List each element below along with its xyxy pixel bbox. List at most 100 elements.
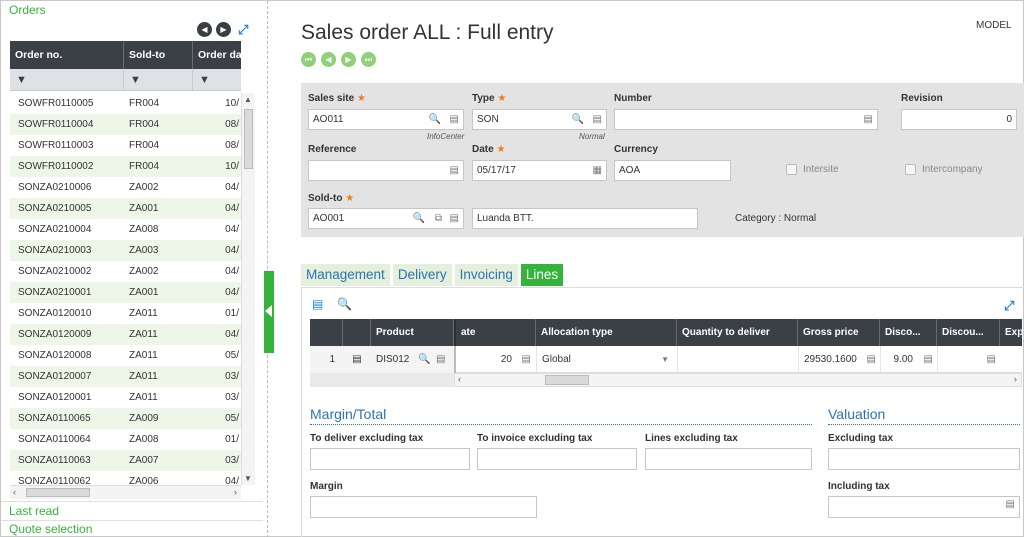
list-item[interactable]: SONZA0110063 ZA007 03/ xyxy=(10,450,241,471)
checkbox-icon[interactable] xyxy=(905,164,916,175)
intersite-checkbox[interactable]: Intersite xyxy=(786,164,839,175)
detail-icon[interactable]: ▤ xyxy=(450,209,459,228)
quote-selection-link[interactable]: Quote selection xyxy=(9,522,92,536)
list-item[interactable]: SONZA0120008 ZA011 05/ xyxy=(10,345,241,366)
detail-icon[interactable]: ▤ xyxy=(450,110,459,129)
list-item[interactable]: SONZA0210001 ZA001 04/ xyxy=(10,282,241,303)
list-item[interactable]: SONZA0110065 ZA009 05/ xyxy=(10,408,241,429)
detail-icon[interactable]: ▤ xyxy=(593,110,602,129)
table-row[interactable]: 1 ▤ DIS012 🔍 ▤ 20 ▤ Global ▼ 29530.1600 xyxy=(310,346,1022,373)
excluding-tax-field[interactable] xyxy=(828,448,1020,470)
expand-list-icon[interactable]: ⤢ xyxy=(238,23,248,36)
expand-grid-icon[interactable]: ⤢ xyxy=(1004,299,1014,312)
margin-field[interactable] xyxy=(310,496,537,518)
list-item[interactable]: SONZA0210006 ZA002 04/ xyxy=(10,177,241,198)
col-gross-price[interactable]: Gross price xyxy=(798,319,880,346)
including-tax-field[interactable]: ▤ xyxy=(828,496,1020,518)
tab-lines[interactable]: Lines xyxy=(520,264,564,286)
product-cell[interactable]: DIS012 🔍 ▤ xyxy=(371,346,454,373)
scroll-thumb[interactable] xyxy=(545,375,589,385)
discount-1-cell[interactable]: 9.00 ▤ xyxy=(880,346,937,373)
detail-icon[interactable]: ▤ xyxy=(864,110,873,129)
panel-splitter[interactable] xyxy=(267,1,268,537)
col-order-date[interactable]: Order da xyxy=(193,41,241,69)
col-sold-to[interactable]: Sold-to xyxy=(124,41,193,69)
allocation-type-select[interactable]: Global ▼ xyxy=(536,346,677,373)
col-quantity-to-deliver[interactable]: Quantity to deliver xyxy=(677,319,798,346)
list-view-icon[interactable]: ▤ xyxy=(312,297,323,311)
detail-icon[interactable]: ▤ xyxy=(924,346,933,373)
tab-delivery[interactable]: Delivery xyxy=(392,264,452,286)
scroll-thumb[interactable] xyxy=(26,488,90,497)
detail-icon[interactable]: ▤ xyxy=(436,346,445,373)
list-item[interactable]: SOWFR0110004 FR004 08/ xyxy=(10,114,241,135)
orders-horizontal-scrollbar[interactable]: ‹ › xyxy=(10,485,241,499)
detail-icon[interactable]: ▤ xyxy=(522,346,531,373)
last-record-icon[interactable]: ⏭ xyxy=(361,52,376,67)
detail-icon[interactable]: ▤ xyxy=(987,346,996,373)
list-item[interactable]: SONZA0120010 ZA011 01/ xyxy=(10,303,241,324)
list-item[interactable]: SONZA0210003 ZA003 04/ xyxy=(10,240,241,261)
orders-title[interactable]: Orders xyxy=(9,3,46,17)
last-read-link[interactable]: Last read xyxy=(9,504,59,518)
detail-icon[interactable]: ▤ xyxy=(450,161,459,180)
filter-icon[interactable]: ▼ xyxy=(124,69,193,90)
col-product[interactable]: Product xyxy=(371,319,454,346)
col-order-no[interactable]: Order no. xyxy=(10,41,124,69)
to-deliver-field[interactable] xyxy=(310,448,470,470)
previous-page-icon[interactable]: ◀ xyxy=(197,22,212,37)
list-item[interactable]: SONZA0110064 ZA008 01/ xyxy=(10,429,241,450)
first-record-icon[interactable]: ⏮ xyxy=(301,52,316,67)
filter-icon[interactable]: ▼ xyxy=(10,69,124,90)
checkbox-icon[interactable] xyxy=(786,164,797,175)
lines-excl-tax-field[interactable] xyxy=(645,448,812,470)
list-item[interactable]: SOWFR0110005 FR004 10/ xyxy=(10,93,241,114)
grid-horizontal-scrollbar[interactable]: ‹ › xyxy=(454,373,1022,387)
scroll-left-icon[interactable]: ‹ xyxy=(458,374,461,384)
chevron-down-icon[interactable]: ▼ xyxy=(661,346,669,373)
detail-icon[interactable]: ▤ xyxy=(1006,499,1015,510)
link-icon[interactable]: ⧉ xyxy=(435,209,442,228)
sold-to-name-field[interactable]: Luanda BTT. xyxy=(472,208,698,229)
sales-site-field[interactable]: AO011 🔍 ▤ xyxy=(308,109,464,130)
search-icon[interactable]: 🔍 xyxy=(429,110,441,129)
list-item[interactable]: SONZA0120007 ZA011 03/ xyxy=(10,366,241,387)
detail-icon[interactable]: ▤ xyxy=(867,346,876,373)
scroll-down-icon[interactable]: ▼ xyxy=(244,474,252,483)
number-field[interactable]: ▤ xyxy=(614,109,878,130)
previous-record-icon[interactable]: ◀ xyxy=(321,52,336,67)
col-rate[interactable]: ate xyxy=(454,319,536,346)
list-item[interactable]: SONZA0210005 ZA001 04/ xyxy=(10,198,241,219)
gross-price-cell[interactable]: 29530.1600 ▤ xyxy=(798,346,880,373)
reference-field[interactable]: ▤ xyxy=(308,160,464,181)
currency-field[interactable]: AOA xyxy=(614,160,731,181)
search-icon[interactable]: 🔍 xyxy=(337,297,352,311)
scroll-right-icon[interactable]: › xyxy=(234,487,237,497)
col-exp[interactable]: Exp xyxy=(1000,319,1022,346)
col-discount-1[interactable]: Disco... xyxy=(880,319,937,346)
col-discount-2[interactable]: Discou... xyxy=(937,319,1000,346)
revision-field[interactable]: 0 xyxy=(901,109,1017,130)
tab-invoicing[interactable]: Invoicing xyxy=(454,264,518,286)
scroll-up-icon[interactable]: ▲ xyxy=(244,95,252,104)
orders-vertical-scrollbar[interactable]: ▲ ▼ xyxy=(241,93,255,485)
to-invoice-field[interactable] xyxy=(477,448,637,470)
rate-cell[interactable]: 20 ▤ xyxy=(454,346,536,373)
list-item[interactable]: SONZA0110062 ZA006 04/ xyxy=(10,471,241,485)
list-item[interactable]: SOWFR0110003 FR004 08/ xyxy=(10,135,241,156)
list-item[interactable]: SONZA0210002 ZA002 04/ xyxy=(10,261,241,282)
list-item[interactable]: SONZA0210004 ZA008 04/ xyxy=(10,219,241,240)
next-page-icon[interactable]: ▶ xyxy=(216,22,231,37)
scroll-right-icon[interactable]: › xyxy=(1014,374,1017,384)
search-icon[interactable]: 🔍 xyxy=(572,110,584,129)
row-menu-icon[interactable]: ▤ xyxy=(343,346,371,373)
scroll-thumb[interactable] xyxy=(244,109,253,169)
discount-2-cell[interactable]: ▤ xyxy=(937,346,1000,373)
scroll-left-icon[interactable]: ‹ xyxy=(13,487,16,497)
date-field[interactable]: 05/17/17 ▦ xyxy=(472,160,607,181)
list-item[interactable]: SONZA0120001 ZA011 03/ xyxy=(10,387,241,408)
search-icon[interactable]: 🔍 xyxy=(418,346,430,373)
next-record-icon[interactable]: ▶ xyxy=(341,52,356,67)
search-icon[interactable]: 🔍 xyxy=(413,209,425,228)
calendar-icon[interactable]: ▦ xyxy=(593,161,602,180)
